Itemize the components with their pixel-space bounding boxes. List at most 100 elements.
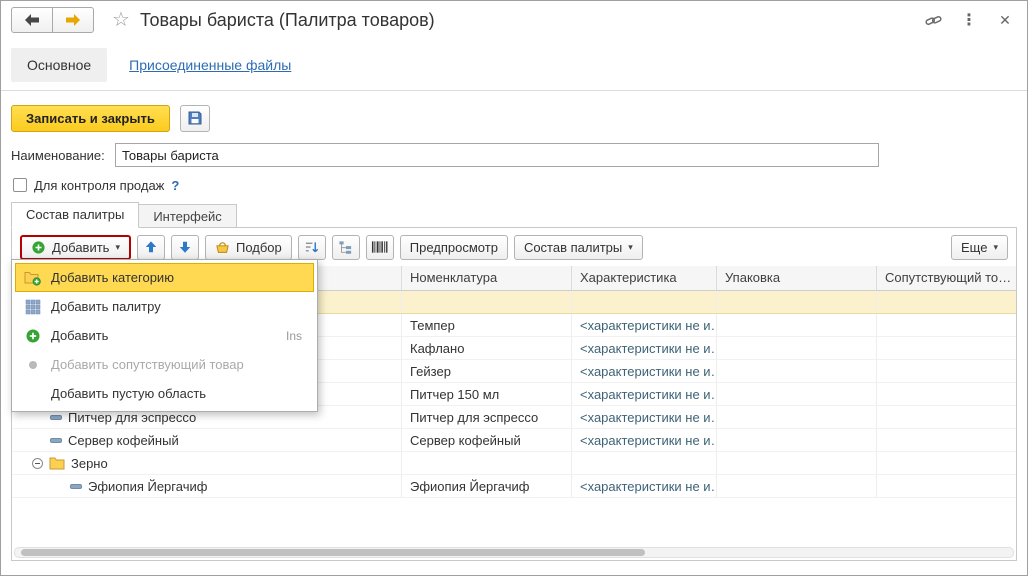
sales-control-label: Для контроля продаж xyxy=(34,178,164,193)
table-row[interactable]: Сервер кофейный Сервер кофейный <характе… xyxy=(12,429,1016,452)
tree-structure-icon xyxy=(338,240,353,255)
add-dropdown-button[interactable]: Добавить ▾ xyxy=(20,235,131,260)
arrow-down-icon xyxy=(178,240,192,254)
characteristic-cell xyxy=(572,452,717,474)
detail-tabs: Состав палитры Интерфейс xyxy=(11,202,237,228)
palette-grid-icon xyxy=(25,299,41,315)
tab-attached-files[interactable]: Присоединенные файлы xyxy=(129,57,291,73)
tab-main[interactable]: Основное xyxy=(11,48,107,82)
item-icon xyxy=(50,415,62,420)
move-down-button[interactable] xyxy=(171,235,199,260)
sort-order-button[interactable] xyxy=(298,235,326,260)
barcode-button[interactable] xyxy=(366,235,394,260)
menu-item-label: Добавить категорию xyxy=(51,270,174,285)
menu-item-label: Добавить xyxy=(51,328,108,343)
grey-dot-icon xyxy=(25,357,41,373)
header-nomenclature[interactable]: Номенклатура xyxy=(402,266,572,290)
packaging-cell xyxy=(717,337,877,359)
menu-item-label: Добавить пустую область xyxy=(51,386,206,401)
tree-label: Зерно xyxy=(71,455,108,472)
plus-circle-icon xyxy=(31,240,46,255)
more-actions-button[interactable]: Еще ▾ xyxy=(951,235,1008,260)
header-related[interactable]: Сопутствующий то… xyxy=(877,266,1016,290)
history-nav xyxy=(11,7,94,33)
packaging-cell xyxy=(717,452,877,474)
app-window: ☆ Товары бариста (Палитра товаров) ⋮ ✕ О… xyxy=(0,0,1028,576)
section-tabs: Основное Присоединенные файлы xyxy=(1,39,1027,91)
link-icon[interactable] xyxy=(923,10,943,30)
close-icon[interactable]: ✕ xyxy=(995,10,1015,30)
move-up-button[interactable] xyxy=(137,235,165,260)
save-button[interactable] xyxy=(180,105,210,132)
characteristic-cell: <характеристики не и… xyxy=(572,337,717,359)
characteristic-cell: <характеристики не и… xyxy=(572,314,717,336)
save-and-close-button[interactable]: Записать и закрыть xyxy=(11,105,170,132)
packaging-cell xyxy=(717,406,877,428)
related-cell xyxy=(877,429,1016,451)
composition-label: Состав палитры xyxy=(524,240,622,255)
menu-item-add-palette[interactable]: Добавить палитру xyxy=(15,292,314,321)
packaging-cell xyxy=(717,314,877,336)
related-cell xyxy=(877,360,1016,382)
header-characteristic[interactable]: Характеристика xyxy=(572,266,717,290)
header-packaging[interactable]: Упаковка xyxy=(717,266,877,290)
sales-control-checkbox[interactable] xyxy=(13,178,27,192)
nomenclature-cell: Эфиопия Йергачиф xyxy=(402,475,572,497)
related-cell xyxy=(877,383,1016,405)
command-bar: Записать и закрыть xyxy=(1,99,1027,137)
favorite-star-icon[interactable]: ☆ xyxy=(112,10,130,30)
pick-button-label: Подбор xyxy=(236,240,282,255)
menu-item-add-empty-area[interactable]: Добавить пустую область xyxy=(15,379,314,408)
titlebar: ☆ Товары бариста (Палитра товаров) ⋮ ✕ xyxy=(1,1,1027,39)
nomenclature-cell: Питчер для эспрессо xyxy=(402,406,572,428)
chevron-down-icon: ▾ xyxy=(993,243,998,252)
collapse-expander-icon[interactable] xyxy=(32,458,43,469)
arrow-up-icon xyxy=(144,240,158,254)
preview-button[interactable]: Предпросмотр xyxy=(400,235,508,260)
empty-icon-slot xyxy=(24,385,41,402)
menu-item-label: Добавить палитру xyxy=(51,299,161,314)
item-icon xyxy=(70,484,82,489)
back-button[interactable] xyxy=(11,7,53,33)
menu-item-add-related-product: Добавить сопутствующий товар xyxy=(15,350,314,379)
menu-item-add[interactable]: Добавить Ins xyxy=(15,321,314,350)
menu-item-add-category[interactable]: Добавить категорию xyxy=(15,263,314,292)
tab-palette-composition[interactable]: Состав палитры xyxy=(11,202,139,228)
nomenclature-cell xyxy=(402,291,572,313)
nomenclature-cell xyxy=(402,452,572,474)
name-field-row: Наименование: xyxy=(1,141,1027,169)
scrollbar-thumb[interactable] xyxy=(21,549,645,556)
add-button-label: Добавить xyxy=(52,240,109,255)
tree-label: Эфиопия Йергачиф xyxy=(88,478,207,495)
table-row[interactable]: Эфиопия Йергачиф Эфиопия Йергачиф <харак… xyxy=(12,475,1016,498)
shortcut-label: Ins xyxy=(286,329,302,343)
characteristic-cell: <характеристики не и… xyxy=(572,383,717,405)
nomenclature-cell: Питчер 150 мл xyxy=(402,383,572,405)
tab-interface[interactable]: Интерфейс xyxy=(138,204,236,228)
folder-plus-icon xyxy=(24,270,41,286)
characteristic-cell: <характеристики не и… xyxy=(572,429,717,451)
related-cell xyxy=(877,337,1016,359)
hierarchy-view-button[interactable] xyxy=(332,235,360,260)
sort-icon xyxy=(304,240,319,255)
basket-icon xyxy=(215,240,230,255)
barcode-icon xyxy=(371,240,388,254)
related-cell xyxy=(877,452,1016,474)
floppy-icon xyxy=(187,110,203,126)
pick-button[interactable]: Подбор xyxy=(205,235,292,260)
tree-cell: Зерно xyxy=(12,452,402,474)
horizontal-scrollbar[interactable] xyxy=(14,547,1014,558)
preview-button-label: Предпросмотр xyxy=(410,240,498,255)
tree-cell: Сервер кофейный xyxy=(12,429,402,451)
folder-icon xyxy=(49,456,65,470)
nomenclature-cell: Сервер кофейный xyxy=(402,429,572,451)
palette-composition-dropdown[interactable]: Состав палитры ▾ xyxy=(514,235,643,260)
forward-arrow-icon xyxy=(65,13,81,27)
help-link[interactable]: ? xyxy=(171,178,179,193)
more-menu-icon[interactable]: ⋮ xyxy=(959,10,979,30)
table-row[interactable]: Зерно xyxy=(12,452,1016,475)
item-icon xyxy=(50,438,62,443)
page-title: Товары бариста (Палитра товаров) xyxy=(140,10,435,31)
name-input[interactable] xyxy=(115,143,879,167)
forward-button[interactable] xyxy=(52,7,94,33)
